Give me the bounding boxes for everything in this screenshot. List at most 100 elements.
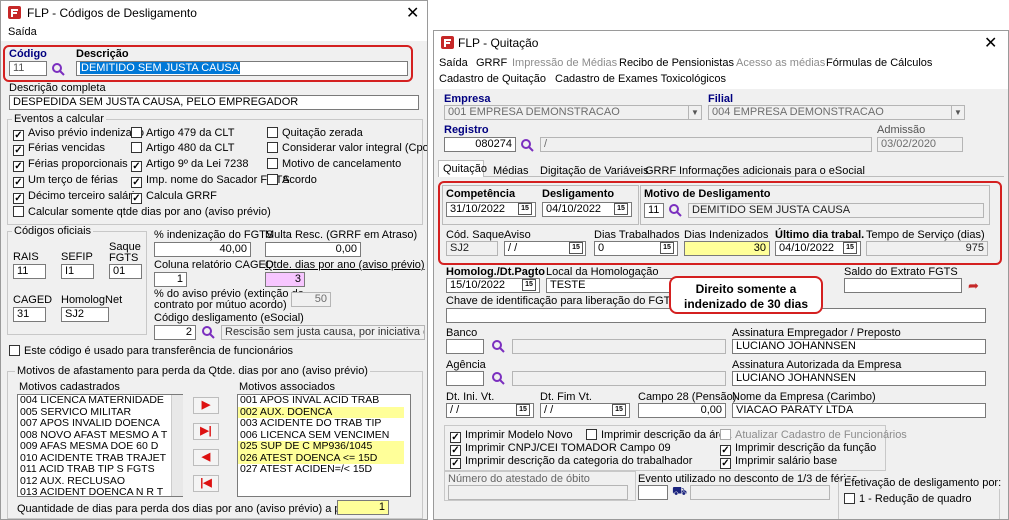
evento-checkbox[interactable]: Calcular somente qtde dias por ano (avis…: [13, 206, 271, 218]
saldo-fgts-input[interactable]: [844, 278, 962, 293]
calendar-icon[interactable]: 15: [612, 404, 626, 416]
evento-checkbox[interactable]: Motivo de cancelamento: [267, 158, 401, 170]
list-item[interactable]: 009 AFAS MESMA DOE 60 D: [18, 440, 182, 453]
tab-quitacao[interactable]: Quitação: [443, 163, 487, 175]
chk-modelo-novo[interactable]: ✓ Imprimir Modelo Novo: [450, 429, 573, 443]
search-icon[interactable]: [491, 371, 505, 385]
evento-checkbox[interactable]: ✓ Artigo 9º da Lei 7238: [131, 158, 248, 172]
menu-saida[interactable]: Saída: [439, 57, 468, 69]
chk-salario-base[interactable]: ✓ Imprimir salário base: [720, 455, 837, 469]
calendar-icon[interactable]: 15: [516, 404, 530, 416]
export-icon[interactable]: ➦: [968, 278, 979, 294]
empresa-select[interactable]: 001 EMPRESA DEMONSTRACAO ▼: [444, 105, 702, 120]
chk-categoria[interactable]: ✓ Imprimir descrição da categoria do trab…: [450, 455, 692, 469]
move-all-right-button[interactable]: ▶|: [193, 423, 219, 440]
assin-emp-input[interactable]: LUCIANO JOHANNSEN: [732, 339, 986, 354]
campo28-input[interactable]: 0,00: [638, 403, 726, 418]
calendar-icon[interactable]: 15: [518, 203, 532, 215]
transf-checkbox[interactable]: Este código é usado para transferência d…: [9, 345, 293, 357]
quantidade-input[interactable]: 1: [337, 500, 389, 515]
multa-input[interactable]: 0,00: [265, 242, 361, 257]
list-item[interactable]: 003 ACIDENTE DO TRAB TIP: [238, 417, 410, 430]
menu-saida[interactable]: Saída: [8, 26, 37, 38]
tab-grrf[interactable]: GRRF: [645, 165, 676, 177]
evento-checkbox[interactable]: Considerar valor integral (Cpo 21): [267, 142, 427, 154]
agencia-input[interactable]: [446, 371, 484, 386]
registro-input[interactable]: 080274: [444, 137, 516, 152]
menu-cadastro-exames[interactable]: Cadastro de Exames Toxicológicos: [555, 73, 726, 85]
search-icon[interactable]: [491, 339, 505, 353]
rais-input[interactable]: 11: [13, 264, 46, 279]
evento-checkbox[interactable]: Artigo 479 da CLT: [131, 127, 234, 139]
chk-cnpj-tomador[interactable]: ✓ Imprimir CNPJ/CEI TOMADOR Campo 09: [450, 442, 671, 456]
tab-digitacao[interactable]: Digitação de Variáveis: [540, 165, 649, 177]
local-homolog-input[interactable]: TESTE: [546, 278, 674, 293]
search-icon[interactable]: [668, 203, 682, 217]
assin-aut-input[interactable]: LUCIANO JOHANNSEN: [732, 371, 986, 386]
caged-input[interactable]: 31: [13, 307, 46, 322]
chk-reducao-quadro[interactable]: 1 - Redução de quadro: [844, 493, 972, 505]
motivo-code-input[interactable]: 11: [644, 203, 664, 218]
menu-formulas-calculos[interactable]: Fórmulas de Cálculos: [826, 57, 932, 69]
list-item[interactable]: 011 ACID TRAB TIP S FGTS: [18, 463, 182, 476]
menu-acesso-medias[interactable]: Acesso as médias: [736, 57, 825, 69]
list-item[interactable]: 007 APOS INVALID DOENCA: [18, 417, 182, 430]
menu-grrf[interactable]: GRRF: [476, 57, 507, 69]
sefip-input[interactable]: I1: [61, 264, 94, 279]
list-item[interactable]: 004 LICENCA MATERNIDADE: [18, 395, 182, 407]
evento-checkbox[interactable]: ✓ Imp. nome do Sacador FGTS: [131, 174, 290, 188]
list-item[interactable]: 027 ATEST ACIDEN=/< 15D: [238, 463, 410, 476]
menu-cadastro-quitacao[interactable]: Cadastro de Quitação: [439, 73, 546, 85]
evento-checkbox[interactable]: ✓ Um terço de férias: [13, 174, 118, 188]
descricao-completa-input[interactable]: DESPEDIDA SEM JUSTA CAUSA, PELO EMPREGAD…: [9, 95, 419, 110]
filial-select[interactable]: 004 EMPRESA DEMONSTRACAO ▼: [708, 105, 965, 120]
atestado-label: Número do atestado de óbito: [448, 473, 590, 485]
move-left-button[interactable]: ◀: [193, 449, 219, 466]
move-right-button[interactable]: ▶: [193, 397, 219, 414]
chk-descricao-funcao[interactable]: ✓ Imprimir descrição da função: [720, 442, 876, 456]
evento-input[interactable]: [638, 485, 668, 500]
list-item[interactable]: 025 SUP DE C MP936/1045: [238, 440, 404, 453]
move-all-left-button[interactable]: |◀: [193, 475, 219, 492]
ind-fgts-input[interactable]: 40,00: [154, 242, 251, 257]
coluna-caged-input[interactable]: 1: [154, 272, 187, 287]
chk-atualizar-cadastro[interactable]: Atualizar Cadastro de Funcionários: [720, 429, 907, 441]
homolognet-label: HomologNet: [61, 294, 123, 306]
evento-checkbox[interactable]: ✓ Férias vencidas: [13, 142, 105, 156]
evento-checkbox[interactable]: Artigo 480 da CLT: [131, 142, 234, 154]
calendar-icon[interactable]: 15: [569, 242, 583, 254]
saque-input[interactable]: 01: [109, 264, 142, 279]
close-icon[interactable]: ✕: [406, 3, 419, 23]
evento-checkbox[interactable]: ✓ Férias proporcionais: [13, 158, 128, 172]
banco-input[interactable]: [446, 339, 484, 354]
list-item[interactable]: 013 ACIDENT DOENCA N R T: [18, 486, 182, 496]
search-icon[interactable]: [201, 325, 215, 339]
calendar-icon[interactable]: 15: [660, 242, 674, 254]
evento-checkbox[interactable]: ✓ Calcula GRRF: [131, 190, 217, 204]
binoculars-icon[interactable]: ⛟: [672, 484, 687, 500]
evento-checkbox[interactable]: ✓ Décimo terceiro salário: [13, 190, 140, 204]
calendar-icon[interactable]: 15: [843, 242, 857, 254]
chk-descricao-area[interactable]: Imprimir descrição da área: [586, 429, 731, 441]
menu-recibo-pensionistas[interactable]: Recibo de Pensionistas: [619, 57, 734, 69]
esocial-code-input[interactable]: 2: [154, 325, 196, 340]
cadastrados-scrollbar[interactable]: [171, 395, 183, 496]
close-icon[interactable]: ✕: [984, 33, 997, 53]
calendar-icon[interactable]: 15: [522, 279, 536, 291]
associados-list[interactable]: 001 APOS INVAL ACID TRAB 002 AUX. DOENCA 0…: [237, 394, 411, 497]
cadastrados-list[interactable]: 004 LICENCA MATERNIDADE 005 SERVICO MILIT…: [17, 394, 183, 497]
qtde-dias-input[interactable]: 3: [265, 272, 305, 287]
evento-checkbox[interactable]: Acordo: [267, 174, 317, 186]
menu-impressao-medias[interactable]: Impressão de Médias: [512, 57, 617, 69]
extincao-input[interactable]: 50: [291, 292, 331, 307]
nome-empresa-input[interactable]: VIACAO PARATY LTDA: [732, 403, 986, 418]
homolognet-input[interactable]: SJ2: [61, 307, 109, 322]
tab-esocial[interactable]: Informações adicionais para o eSocial: [679, 165, 865, 177]
calendar-icon[interactable]: 15: [614, 203, 628, 215]
search-icon[interactable]: [520, 138, 534, 152]
evento-checkbox[interactable]: Quitação zerada: [267, 127, 363, 139]
evento-checkbox[interactable]: ✓ Aviso prévio indenizado: [13, 127, 144, 141]
dias-ind-input[interactable]: 30: [684, 241, 770, 256]
list-item[interactable]: 001 APOS INVAL ACID TRAB: [238, 395, 410, 407]
tab-medias[interactable]: Médias: [493, 165, 528, 177]
